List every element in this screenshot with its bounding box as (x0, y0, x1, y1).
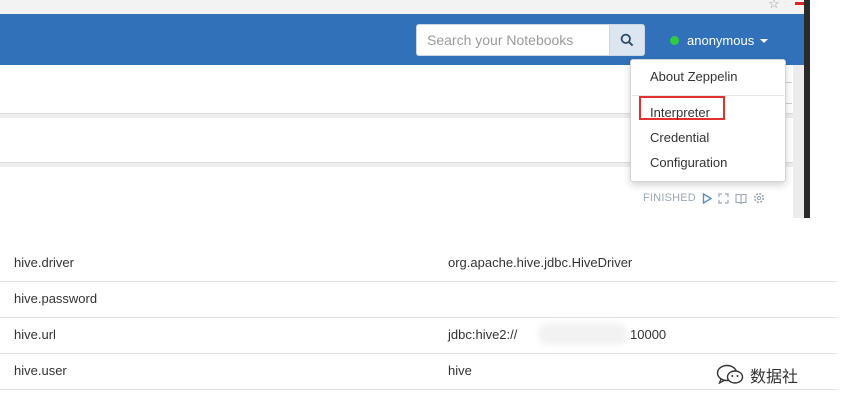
table-row: hive.url jdbc:hive2:// 10000 (0, 317, 837, 354)
run-icon[interactable] (702, 192, 712, 204)
paragraph-status: FINISHED (643, 192, 696, 204)
property-name: hive.password (14, 291, 98, 306)
redaction-blur (538, 323, 628, 345)
search-button[interactable] (609, 24, 645, 56)
table-row: hive.password (0, 281, 837, 318)
paragraph-status-bar: FINISHED (643, 192, 765, 204)
search-icon (620, 33, 634, 47)
property-value: hive (448, 363, 472, 378)
book-icon[interactable] (735, 193, 747, 204)
browser-toolbar: ☆ (0, 0, 810, 14)
property-value-port: 10000 (630, 327, 667, 342)
watermark: 数据社 (716, 363, 798, 387)
zeppelin-screenshot: ☆ anonymous FINISHED (0, 0, 810, 218)
expand-icon[interactable] (718, 192, 729, 204)
menu-item-label: About Zeppelin (650, 69, 738, 84)
menu-item-label: Interpreter (650, 105, 710, 120)
search-input[interactable] (416, 24, 609, 56)
menu-item-label: Configuration (650, 155, 728, 170)
property-name: hive.url (14, 327, 56, 342)
settings-icon[interactable] (753, 192, 765, 204)
property-value: org.apache.hive.jdbc.HiveDriver (448, 255, 633, 270)
table-row: hive.user hive (0, 353, 837, 390)
caret-down-icon (760, 39, 769, 43)
window-edge (804, 0, 810, 218)
table-row: hive.driver org.apache.hive.jdbc.HiveDri… (0, 245, 837, 282)
star-icon[interactable]: ☆ (768, 0, 780, 12)
user-dropdown-menu: About Zeppelin Interpreter Credential Co… (630, 59, 786, 182)
wechat-icon (716, 364, 744, 385)
user-menu[interactable]: anonymous (670, 31, 769, 49)
watermark-text: 数据社 (750, 367, 799, 386)
menu-item-label: Credential (650, 130, 710, 145)
property-value: jdbc:hive2:// (448, 327, 518, 342)
online-status-icon (670, 35, 679, 45)
user-name: anonymous (687, 32, 755, 48)
property-name: hive.driver (14, 255, 74, 270)
property-name: hive.user (14, 363, 67, 378)
